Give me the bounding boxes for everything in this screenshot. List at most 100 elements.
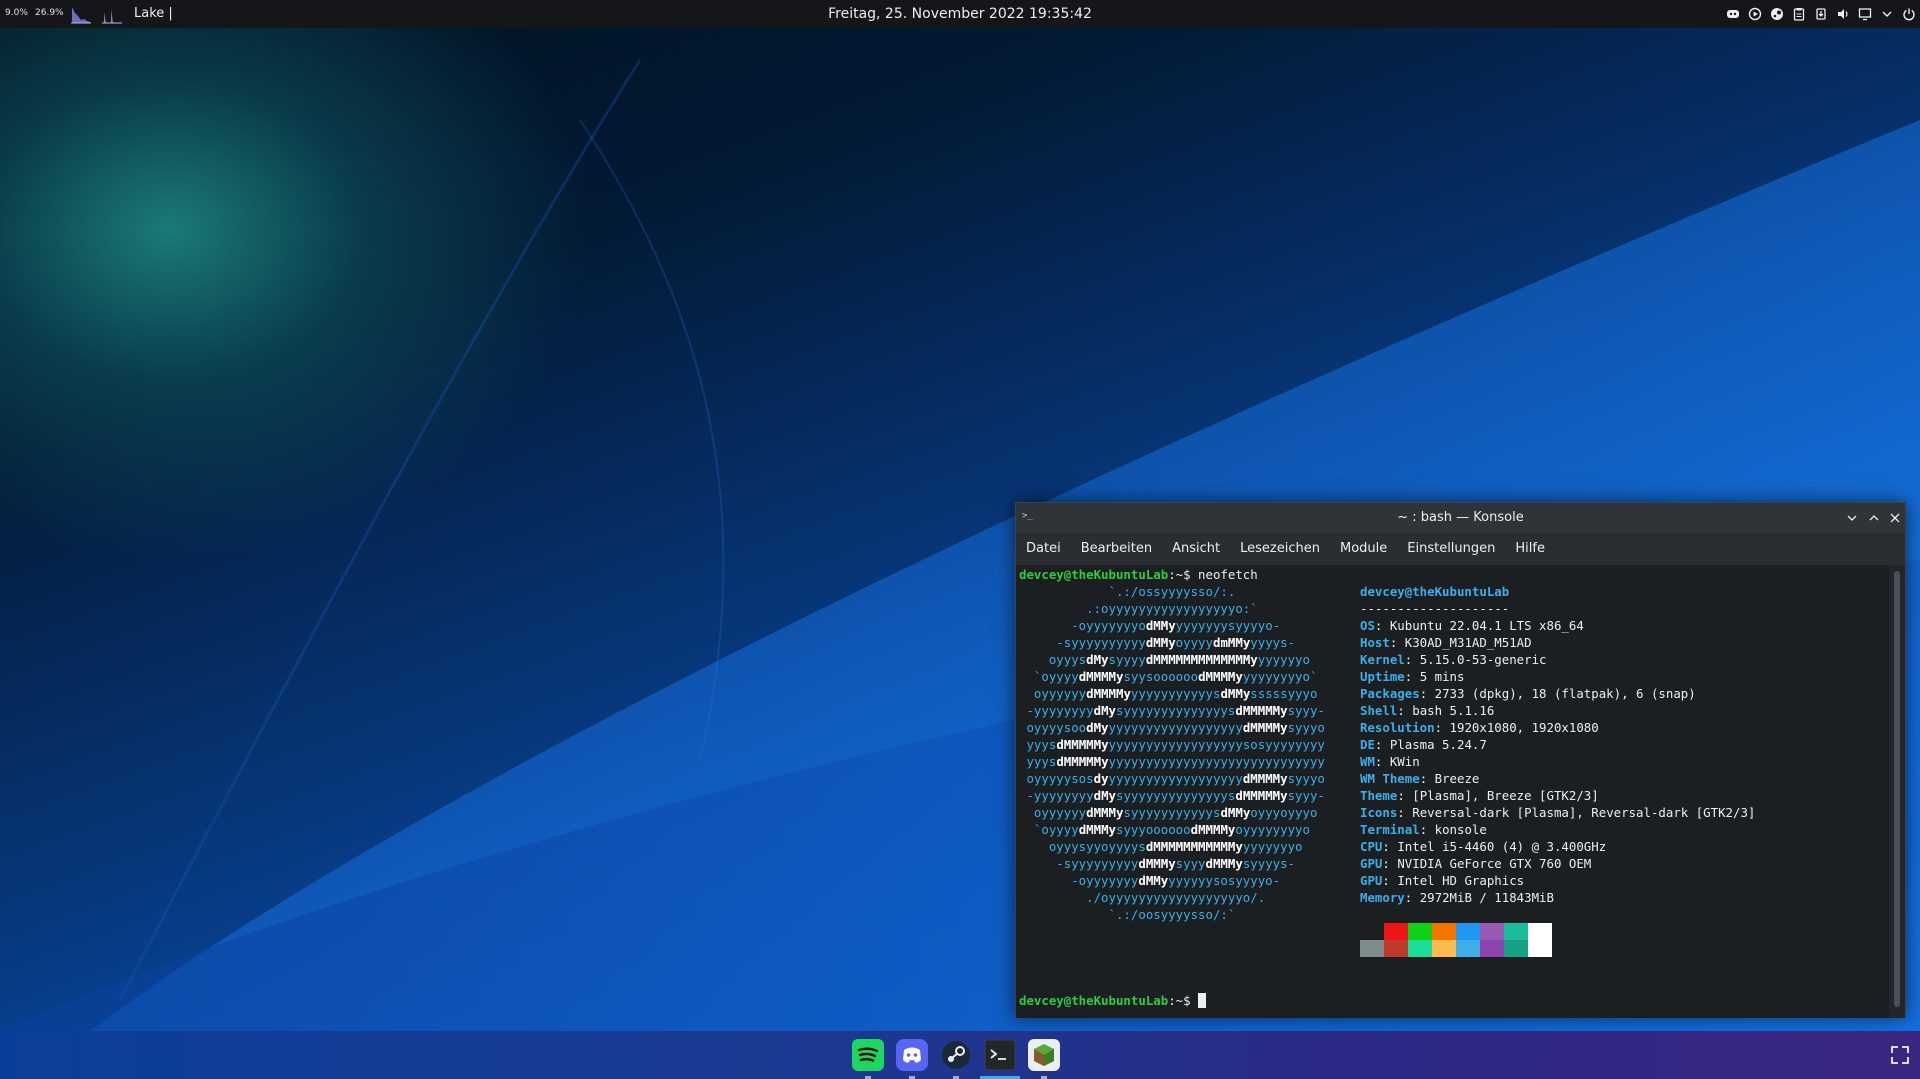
menu-bearbeiten[interactable]: Bearbeiten xyxy=(1071,533,1162,565)
info-value: Intel i5-4460 (4) @ 3.400GHz xyxy=(1397,839,1607,854)
logo-segment: sssssyyyo xyxy=(1250,686,1318,701)
scrollbar[interactable] xyxy=(1889,565,1905,1018)
digital-clock[interactable]: Freitag, 25. November 2022 19:35:42 xyxy=(0,6,1920,22)
clipboard-icon[interactable] xyxy=(1788,0,1810,28)
konsole-window[interactable]: >_ ~ : bash — Konsole Datei Bearbeiten A… xyxy=(1015,502,1906,1018)
info-key: Terminal xyxy=(1360,822,1420,837)
info-row: Uptime: 5 mins xyxy=(1360,669,1465,684)
info-key: Uptime xyxy=(1360,669,1405,684)
info-key: WM Theme xyxy=(1360,771,1420,786)
discord-taskbar-icon[interactable] xyxy=(896,1039,928,1071)
info-value: Intel HD Graphics xyxy=(1397,873,1525,888)
logo-segment: ./oyyyyyyyyyyyyyyyyyyo/. xyxy=(1019,890,1266,905)
menu-lesezeichen[interactable]: Lesezeichen xyxy=(1230,533,1330,565)
logo-segment: yyyyyyyyyyyyyyyyyyyyyyyyyyyyy xyxy=(1108,754,1325,769)
logo-segment: syyyys- xyxy=(1242,856,1296,871)
logo-segment: syyy- xyxy=(1287,703,1325,718)
info-row: DE: Plasma 5.24.7 xyxy=(1360,737,1487,752)
spotify-taskbar-icon[interactable] xyxy=(852,1039,884,1071)
close-icon xyxy=(1890,513,1900,523)
info-row: Memory: 2972MiB / 11843MiB xyxy=(1360,890,1554,905)
info-value: 5 mins xyxy=(1419,669,1465,684)
menu-module[interactable]: Module xyxy=(1330,533,1397,565)
maximize-button[interactable] xyxy=(1865,509,1883,527)
info-row: Kernel: 5.15.0-53-generic xyxy=(1360,652,1547,667)
info-key: Packages xyxy=(1360,686,1420,701)
scrollbar-thumb[interactable] xyxy=(1894,571,1900,1007)
window-title: ~ : bash — Konsole xyxy=(1397,510,1524,525)
logo-segment: dMMMy xyxy=(1078,822,1116,837)
logo-segment: yyyyyyo xyxy=(1257,652,1310,667)
logo-segment: syyyy xyxy=(1108,652,1146,667)
logo-segment: dMMy xyxy=(1220,686,1251,701)
palette-swatch xyxy=(1384,940,1408,957)
logo-segment: syyyo xyxy=(1287,720,1325,735)
minimize-button[interactable] xyxy=(1843,509,1861,527)
logo-segment: yyyyyyyyyyyyyyyyyy xyxy=(1108,720,1243,735)
menu-ansicht[interactable]: Ansicht xyxy=(1162,533,1230,565)
info-value: Plasma 5.24.7 xyxy=(1389,737,1487,752)
steam-tray-icon[interactable] xyxy=(1766,0,1788,28)
logo-segment: dMMy xyxy=(1145,635,1176,650)
active-window-title: Lake | xyxy=(134,6,173,21)
active-prompt[interactable]: devcey@theKubuntuLab:~$ xyxy=(1019,992,1207,1009)
display-icon[interactable] xyxy=(1854,0,1876,28)
info-row: WM: KWin xyxy=(1360,754,1420,769)
logo-segment: dMMMMMy xyxy=(1056,737,1109,752)
network-graph-icon[interactable] xyxy=(101,4,123,24)
power-icon[interactable] xyxy=(1898,0,1920,28)
info-value: [Plasma], Breeze [GTK2/3] xyxy=(1412,788,1599,803)
info-key: Icons xyxy=(1360,805,1398,820)
window-titlebar[interactable]: >_ ~ : bash — Konsole xyxy=(1016,503,1905,533)
logo-segment: syyyoooooo xyxy=(1116,822,1191,837)
palette-swatch xyxy=(1384,923,1408,940)
command-text: neofetch xyxy=(1190,567,1258,582)
info-row: Icons: Reversal-dark [Plasma], Reversal-… xyxy=(1360,805,1756,820)
cpu-graph-icon[interactable] xyxy=(70,4,92,24)
chevron-down-icon xyxy=(1847,515,1857,521)
logo-segment: `oyyyy xyxy=(1019,822,1079,837)
menu-datei[interactable]: Datei xyxy=(1016,533,1071,565)
memory-monitor-value[interactable]: 26.9% xyxy=(35,8,64,18)
logo-segment: dMMMMy xyxy=(1242,771,1288,786)
prompt-user: devcey@theKubuntuLab xyxy=(1019,567,1169,582)
logo-segment: -oyyyyyyy xyxy=(1019,873,1139,888)
steam-taskbar-icon[interactable] xyxy=(940,1039,972,1071)
logo-segment: yyyyyyyo xyxy=(1242,839,1303,854)
logo-segment: oyyyyysos xyxy=(1019,771,1094,786)
konsole-taskbar-icon[interactable] xyxy=(984,1039,1016,1071)
logo-segment: yyyyyysosyyyyo- xyxy=(1168,873,1281,888)
info-value: 1920x1080, 1920x1080 xyxy=(1449,720,1599,735)
palette-swatch xyxy=(1360,923,1384,940)
logo-segment: syysoooooo xyxy=(1123,669,1199,684)
cpu-monitor-value[interactable]: 9.0% xyxy=(5,8,28,18)
command-line: devcey@theKubuntuLab:~$ neofetch xyxy=(1019,566,1891,583)
peek-desktop-icon[interactable] xyxy=(1888,1043,1912,1067)
minecraft-taskbar-icon[interactable] xyxy=(1028,1039,1060,1071)
terminal-view[interactable]: devcey@theKubuntuLab:~$ neofetch `.:/oss… xyxy=(1016,565,1891,1018)
logo-segment: yyyyyyysyyyyo- xyxy=(1175,618,1281,633)
updates-icon[interactable] xyxy=(1810,0,1832,28)
logo-segment: yyyyyyyyyyys xyxy=(1130,686,1221,701)
volume-icon[interactable] xyxy=(1832,0,1854,28)
discord-tray-icon[interactable] xyxy=(1722,0,1744,28)
logo-segment: oyyyy xyxy=(1175,635,1213,650)
media-player-icon[interactable] xyxy=(1744,0,1766,28)
info-row: OS: Kubuntu 22.04.1 LTS x86_64 xyxy=(1360,618,1584,633)
logo-segment: oyyyyyyyyo xyxy=(1235,822,1310,837)
info-title: devcey@theKubuntuLab xyxy=(1360,584,1510,599)
close-button[interactable] xyxy=(1886,509,1904,527)
palette-swatch xyxy=(1432,923,1456,940)
menu-einstellungen[interactable]: Einstellungen xyxy=(1397,533,1505,565)
logo-segment: oyyyyyy xyxy=(1019,805,1087,820)
taskbar xyxy=(0,1031,1920,1079)
logo-line: `.:/oosyyyysso/:` xyxy=(1019,906,1891,923)
chevron-down-icon[interactable] xyxy=(1876,0,1898,28)
logo-segment: dMMMMMy xyxy=(1235,788,1288,803)
info-key: Shell xyxy=(1360,703,1398,718)
logo-segment: dMMy xyxy=(1220,805,1251,820)
menu-hilfe[interactable]: Hilfe xyxy=(1505,533,1555,565)
info-value: KWin xyxy=(1389,754,1420,769)
logo-segment: -yyyyyyyy xyxy=(1019,788,1094,803)
info-rule: -------------------- xyxy=(1360,601,1510,616)
